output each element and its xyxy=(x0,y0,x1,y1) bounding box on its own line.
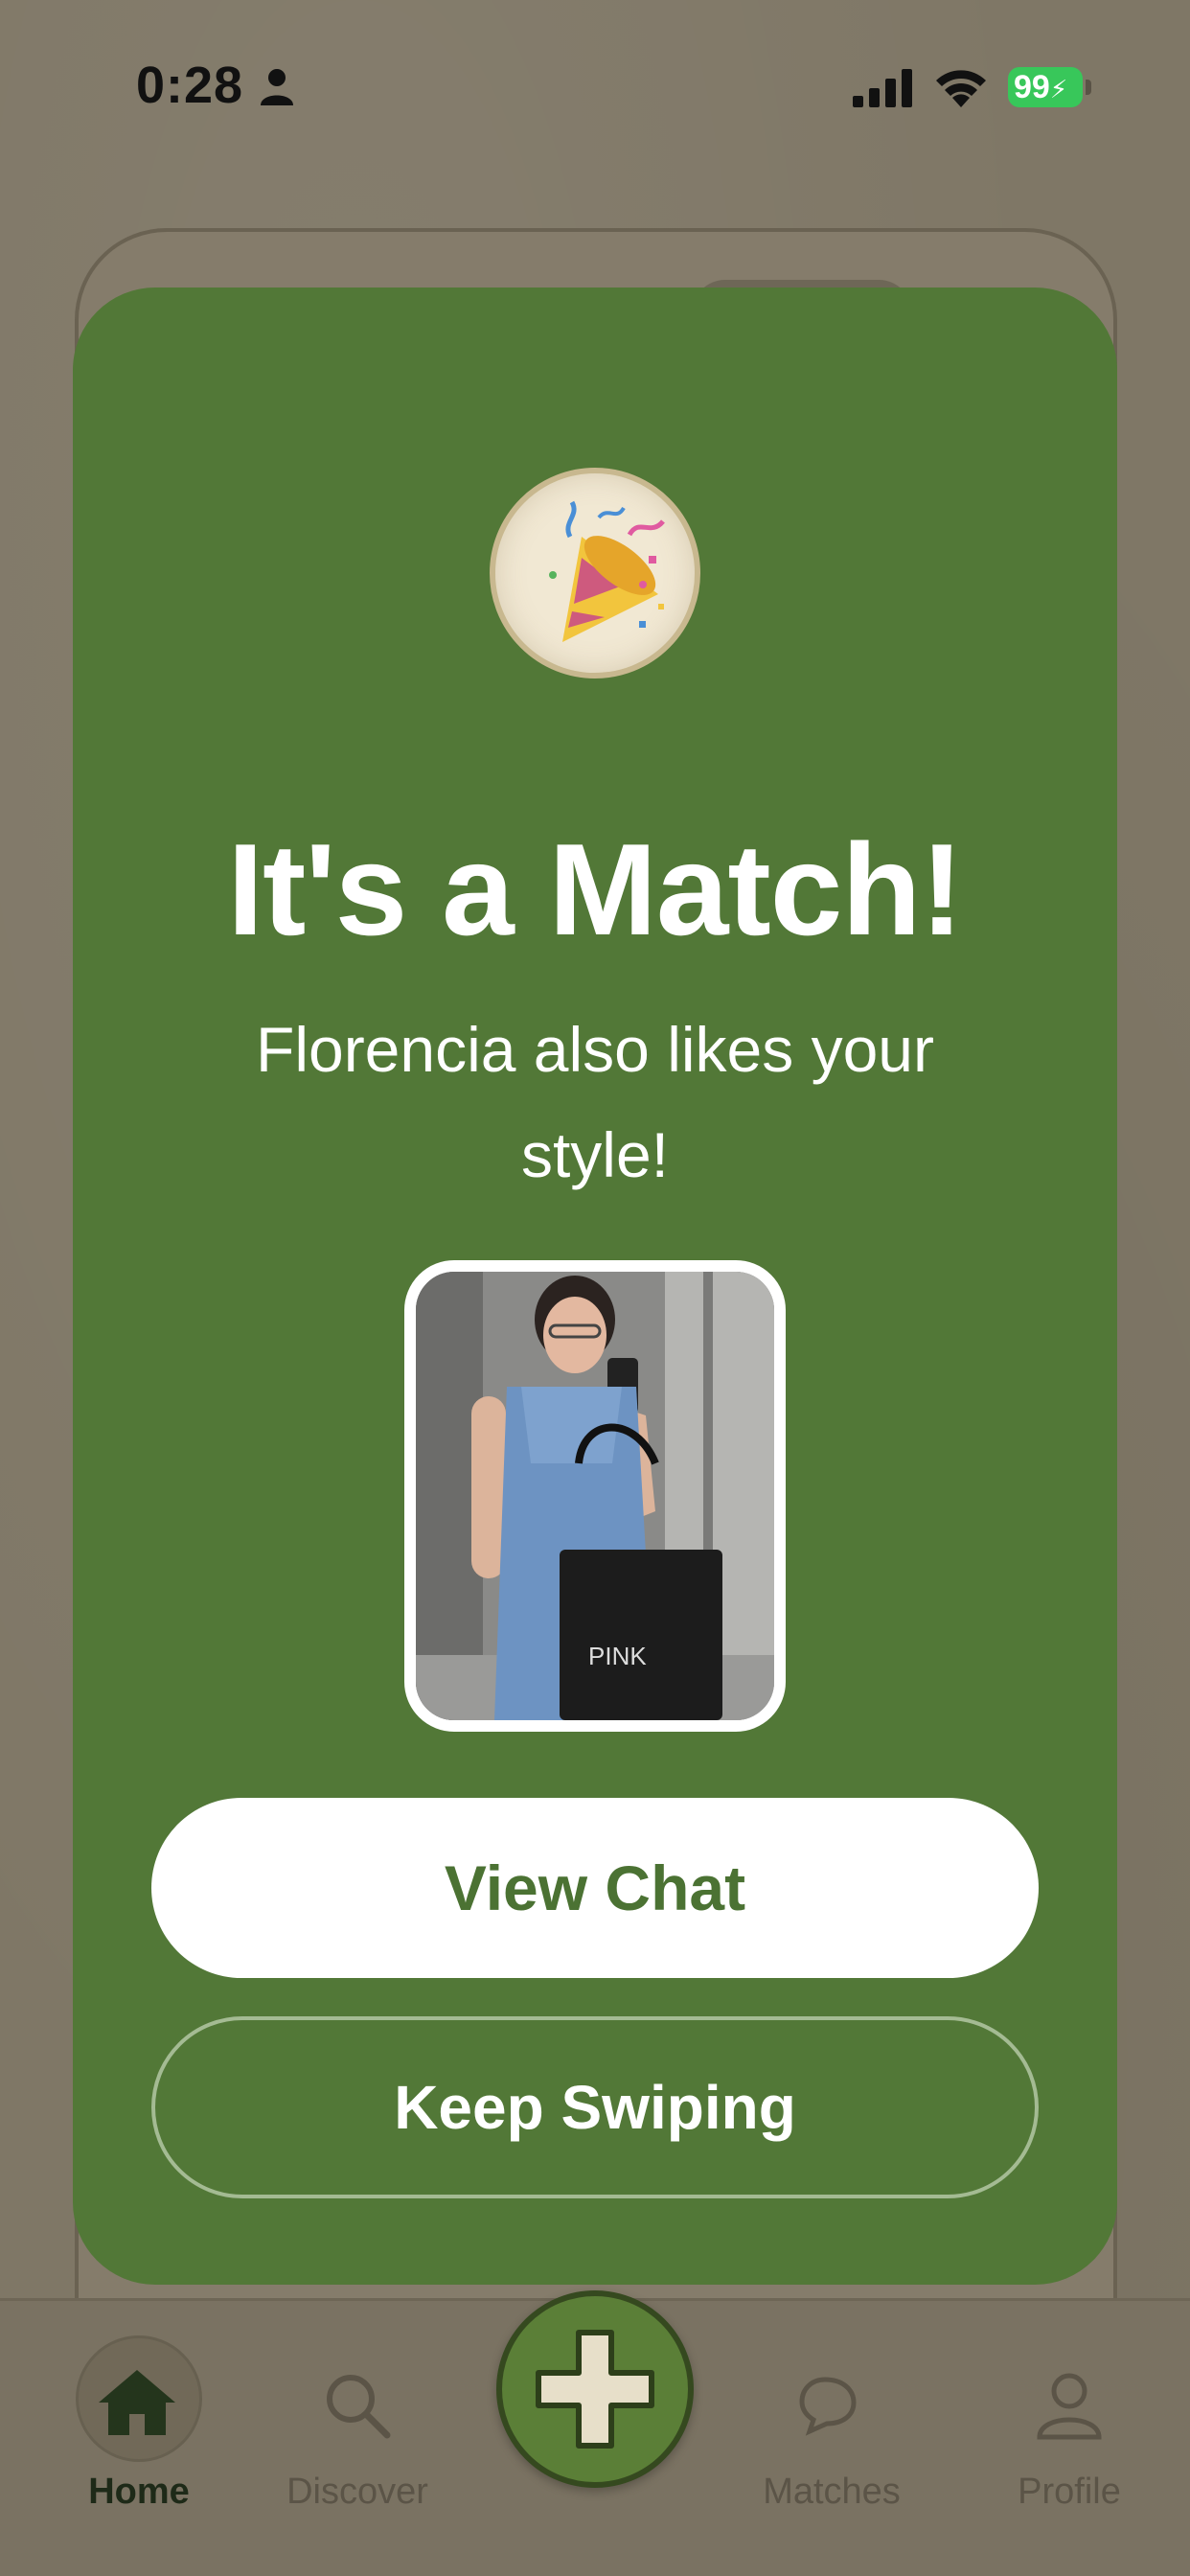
home-icon xyxy=(99,2370,175,2435)
cellular-signal-icon xyxy=(853,69,912,107)
wifi-icon xyxy=(936,70,986,107)
plus-icon xyxy=(536,2330,654,2449)
tab-home-label: Home xyxy=(88,2472,190,2512)
add-button[interactable] xyxy=(496,2290,694,2488)
tab-profile-label: Profile xyxy=(1018,2472,1121,2512)
battery-indicator: 99⚡ xyxy=(1008,67,1083,107)
match-title: It's a Match! xyxy=(227,816,963,962)
chat-bubbles-icon xyxy=(799,2377,857,2436)
view-chat-button[interactable]: View Chat xyxy=(151,1798,1039,1978)
tab-matches-label: Matches xyxy=(763,2472,901,2512)
match-subtitle: Florencia also likes your style! xyxy=(256,1014,934,1190)
svg-text:PINK: PINK xyxy=(588,1642,647,1670)
profile-icon xyxy=(1037,2373,1102,2440)
tab-discover[interactable]: Discover xyxy=(262,2301,453,2576)
charging-bolt-icon: ⚡ xyxy=(1049,75,1068,104)
party-popper-badge xyxy=(490,468,700,678)
person-icon xyxy=(261,69,293,105)
status-time: 0:28 xyxy=(136,57,244,114)
search-icon xyxy=(327,2375,391,2439)
status-bar: 0:28 99⚡ xyxy=(0,0,1190,172)
matched-profile-photo[interactable]: PINK xyxy=(404,1260,786,1732)
battery-level: 99 xyxy=(1014,69,1050,105)
tab-matches[interactable]: Matches xyxy=(736,2301,927,2576)
tab-discover-label: Discover xyxy=(286,2472,428,2512)
tab-home[interactable]: Home xyxy=(22,2301,214,2576)
keep-swiping-button[interactable]: Keep Swiping xyxy=(151,2016,1039,2198)
battery-cap xyxy=(1086,80,1091,95)
profile-photo-illustration: PINK xyxy=(416,1272,774,1720)
tab-profile[interactable]: Profile xyxy=(973,2301,1165,2576)
party-popper-icon xyxy=(549,500,665,642)
